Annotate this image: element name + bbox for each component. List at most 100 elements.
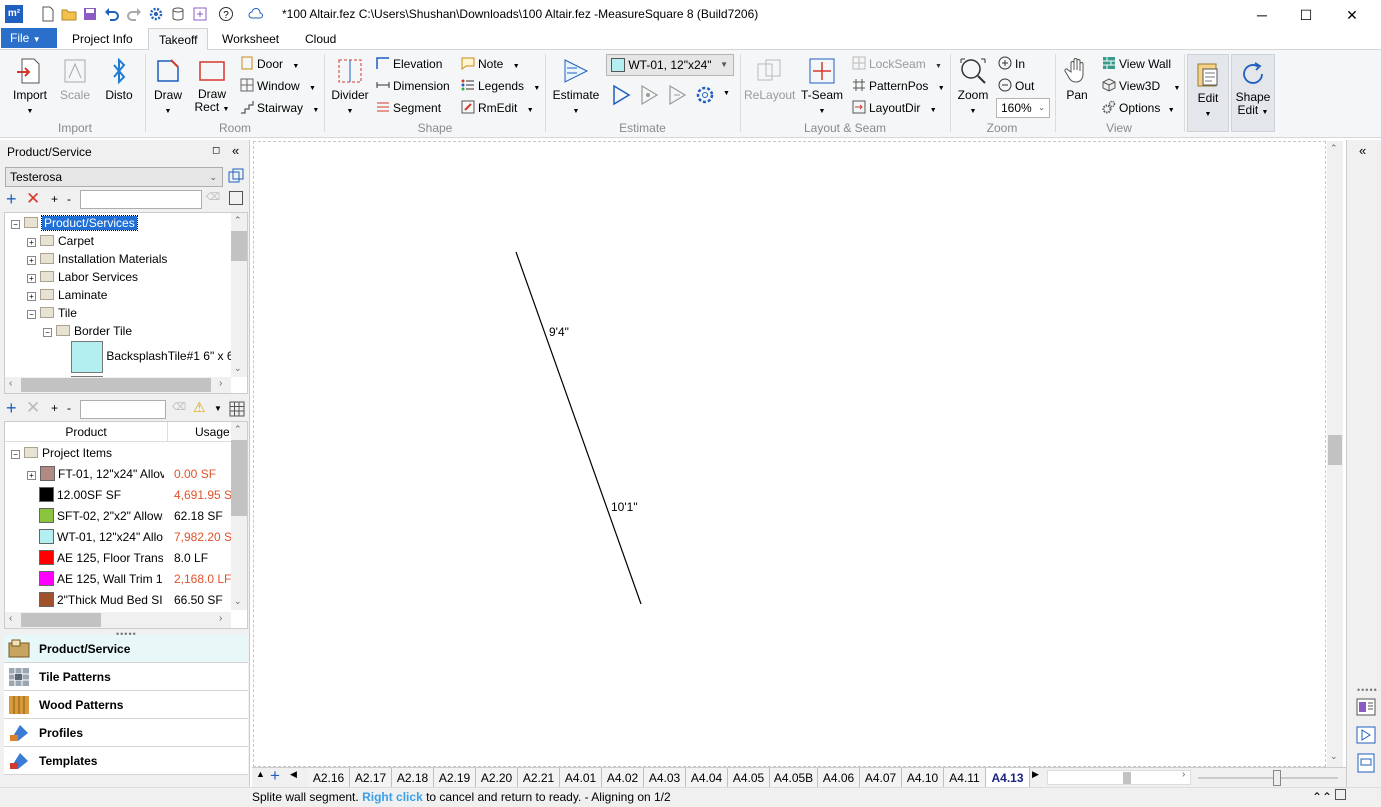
window-button[interactable]: Window ▼ [240,78,316,93]
project-items-group[interactable]: − Project Items [11,444,112,462]
grid-view-icon[interactable] [229,401,245,417]
table-row[interactable]: AE 125, Floor Transit 8.0 LF [39,548,208,569]
play-auto-icon[interactable] [666,84,688,106]
scroll-down-icon[interactable]: ⌄ [1330,751,1338,762]
add-sheet-icon[interactable]: + [270,766,280,786]
calculator-icon[interactable] [192,6,208,22]
expand-toggle-icon[interactable]: + [27,292,36,301]
expand-all-icon[interactable]: + [51,192,58,206]
sheet-tab[interactable]: A4.06 [818,768,860,788]
minimize-button[interactable]: ─ [1239,0,1285,30]
nav-wood-patterns[interactable]: Wood Patterns [4,691,248,719]
scroll-right-icon[interactable]: › [219,378,222,389]
divider-button[interactable]: Divider ▼ [330,56,370,116]
column-header-product[interactable]: Product [5,422,168,442]
product-select-dropdown[interactable]: WT-01, 12"x24" ▼ [606,54,734,76]
delete-item-icon[interactable]: ✕ [26,399,40,417]
table-row[interactable]: AE 125, Wall Trim 1" 2,168.0 LF [39,569,231,590]
sheet-tab[interactable]: A4.03 [644,768,686,788]
maximize-button[interactable]: ☐ [1283,0,1329,30]
notes-panel-icon[interactable] [1356,753,1376,773]
drawing-surface[interactable] [254,142,1325,766]
cloud-icon[interactable] [248,6,264,22]
segment-button[interactable]: Segment [376,100,441,115]
item-search-input[interactable] [80,400,166,419]
tree-horizontal-scrollbar[interactable]: ‹ › [5,377,231,393]
scroll-tabs-left-icon[interactable]: ◀ [290,769,297,780]
tree-item[interactable]: + Installation Materials [27,250,167,268]
tree-item[interactable]: − Border Tile [43,322,132,340]
edit-button[interactable]: Edit ▼ [1187,54,1229,132]
shape-edit-button[interactable]: Shape Edit ▼ [1231,54,1275,132]
table-row[interactable]: WT-01, 12"x24" Allo 7,982.20 SF [39,527,239,548]
tree-item[interactable]: + Labor Services [27,268,138,286]
tab-worksheet[interactable]: Worksheet [212,28,289,50]
expand-toggle-icon[interactable]: + [27,238,36,247]
scroll-up-icon[interactable]: ⌃ [234,215,242,226]
collapse-ribbon-icon[interactable]: ⌃⌃ [1312,788,1332,806]
collapse-all-icon[interactable]: - [67,401,71,415]
note-button[interactable]: Note ▼ [461,56,520,71]
tree-item[interactable]: + Carpet [27,232,94,250]
splitter-grip[interactable]: ••••• [1357,685,1378,695]
nav-tile-patterns[interactable]: Tile Patterns [4,663,248,691]
scroll-thumb[interactable] [231,231,247,261]
draw-button[interactable]: Draw ▼ [150,56,186,116]
sheet-tab[interactable]: A4.10 [902,768,944,788]
close-button[interactable]: ✕ [1329,0,1375,30]
scroll-thumb[interactable] [1123,772,1131,784]
scroll-left-icon[interactable]: ‹ [9,613,12,624]
sheet-tab[interactable]: A4.02 [602,768,644,788]
scroll-up-icon[interactable]: ⌃ [234,424,242,435]
estimate-settings-gear-icon[interactable] [694,84,716,106]
tree-item[interactable]: + Laminate [27,286,107,304]
save-icon[interactable] [82,6,98,22]
lockseam-button[interactable]: LockSeam ▼ [852,56,942,71]
collapse-toggle-icon[interactable]: − [27,310,36,319]
scroll-tabs-up-icon[interactable]: ▲ [256,769,265,779]
scroll-left-icon[interactable]: ‹ [9,378,12,389]
expand-toggle-icon[interactable]: + [27,471,36,480]
view3d-button[interactable]: View3D ▼ [1102,78,1180,93]
sheet-tab[interactable]: A4.11 [944,768,986,788]
collapse-all-icon[interactable]: - [67,192,71,206]
scroll-down-icon[interactable]: ⌄ [234,596,242,607]
tree-vertical-scrollbar[interactable]: ⌃ ⌄ [231,213,247,377]
sheet-tab[interactable]: A2.21 [518,768,560,788]
tab-cloud[interactable]: Cloud [295,28,346,50]
estimate-panel-icon[interactable] [1356,725,1376,745]
options-button[interactable]: Options ▼ [1102,100,1175,115]
fullscreen-icon[interactable] [1335,789,1346,800]
estimate-button[interactable]: Estimate ▼ [552,56,600,116]
nav-templates[interactable]: Templates [4,747,248,775]
new-file-icon[interactable] [40,6,56,22]
elevation-button[interactable]: Elevation [376,56,442,71]
zoom-level-select[interactable]: 160% ⌄ [996,98,1050,118]
sheet-tab[interactable]: A2.16 [308,768,350,788]
zoom-button[interactable]: Zoom ▼ [954,56,992,116]
tree-item-thumbnail[interactable]: BacksplashTile#1 6" x 6" [71,341,238,375]
scale-button[interactable]: Scale [56,56,94,102]
scroll-thumb[interactable] [21,613,101,627]
nav-product-service[interactable]: Product/Service [4,635,248,663]
warning-icon[interactable]: ⚠ [193,399,206,416]
tab-takeoff[interactable]: Takeoff [148,28,209,51]
catalog-window-icon[interactable] [228,168,244,184]
sheet-horizontal-scrollbar[interactable] [1047,770,1191,785]
table-row[interactable]: SFT-02, 2"x2" Allowa 62.18 SF [39,506,223,527]
play-step-icon[interactable] [638,84,660,106]
import-button[interactable]: Import ▼ [8,56,52,116]
expand-toggle-icon[interactable]: + [27,256,36,265]
play-outline-icon[interactable] [610,84,632,106]
scroll-right-icon[interactable]: › [1182,769,1185,780]
tree-item[interactable]: − Product/Services [11,214,138,232]
table-row[interactable]: 2"Thick Mud Bed SI 66.50 SF [39,590,223,611]
scroll-thumb[interactable] [1328,435,1342,465]
scroll-up-icon[interactable]: ⌃ [1330,143,1338,154]
collapse-panel-icon[interactable]: « [232,143,239,158]
open-folder-icon[interactable] [61,6,77,22]
stairway-button[interactable]: Stairway ▼ [240,100,319,115]
zoom-in-button[interactable]: In [998,56,1025,71]
toggle-view-icon[interactable] [229,191,243,205]
scroll-down-icon[interactable]: ⌄ [234,363,242,374]
